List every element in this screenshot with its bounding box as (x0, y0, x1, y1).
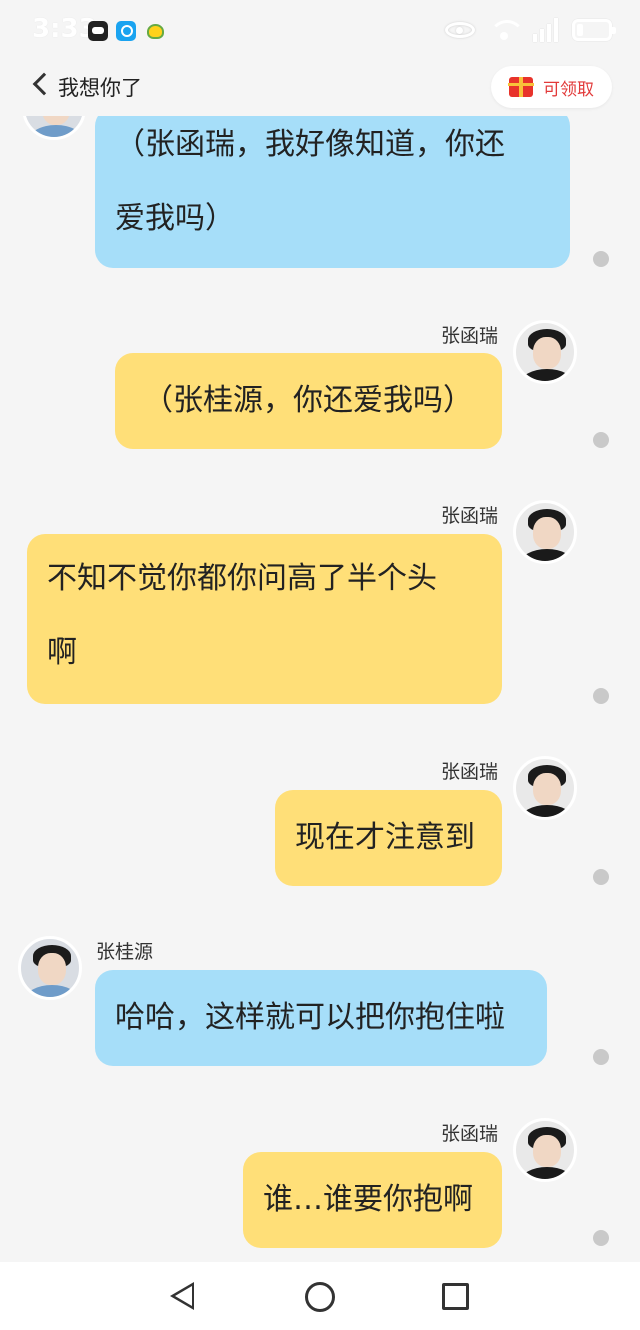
claim-gift-button[interactable]: 可领取 (491, 66, 612, 108)
status-dot (593, 688, 609, 704)
avatar[interactable] (22, 116, 86, 140)
wifi-icon (489, 18, 525, 42)
message-bubble[interactable]: （张桂源，你还爱我吗） (115, 353, 502, 449)
message-bubble[interactable]: 谁…谁要你抱啊 (243, 1152, 502, 1248)
battery-icon (572, 19, 616, 41)
chat-messages[interactable]: （张函瑞，我好像知道，你还 爱我吗） 张函瑞 （张桂源，你还爱我吗） 张函瑞 不… (0, 116, 640, 1262)
status-dot (593, 432, 609, 448)
message-bubble[interactable]: 哈哈，这样就可以把你抱住啦 (95, 970, 547, 1066)
status-dot (593, 869, 609, 885)
avatar[interactable] (18, 936, 82, 1000)
notification-emoji-icon (144, 21, 164, 41)
back-triangle-icon[interactable] (170, 1282, 194, 1310)
gift-icon (508, 77, 534, 97)
message-bubble[interactable]: 现在才注意到 (275, 790, 502, 886)
system-navigation-bar (0, 1262, 640, 1330)
chat-title: 我想你了 (58, 76, 142, 100)
message-line: （张函瑞，我好像知道，你还 (115, 127, 505, 162)
message-line: （张桂源，你还爱我吗） (143, 383, 473, 418)
claim-label: 可领取 (543, 79, 594, 100)
message-line: 不知不觉你都你问高了半个头 (47, 561, 437, 596)
status-time: 3:33 (32, 14, 97, 44)
message-bubble[interactable]: （张函瑞，我好像知道，你还 爱我吗） (95, 116, 570, 268)
sender-name: 张桂源 (96, 941, 154, 963)
status-dot (593, 1230, 609, 1246)
message-line: 爱我吗） (115, 201, 235, 236)
avatar[interactable] (513, 320, 577, 384)
chat-header: 我想你了 可领取 (0, 60, 640, 116)
message-line: 哈哈，这样就可以把你抱住啦 (115, 1000, 505, 1035)
message-line: 啊 (47, 635, 77, 670)
avatar[interactable] (513, 500, 577, 564)
avatar[interactable] (513, 1118, 577, 1182)
message-line: 谁…谁要你抱啊 (263, 1182, 473, 1217)
back-arrow-icon[interactable] (32, 72, 56, 96)
sender-name: 张函瑞 (441, 505, 499, 527)
search-app-icon (116, 21, 136, 41)
message-bubble[interactable]: 不知不觉你都你问高了半个头 啊 (27, 534, 502, 704)
notification-app-icon (88, 21, 108, 41)
message-line: 现在才注意到 (295, 820, 475, 855)
status-dot (593, 251, 609, 267)
signal-icon (533, 18, 558, 42)
avatar[interactable] (513, 756, 577, 820)
status-bar: 3:33 (0, 0, 640, 60)
recents-square-icon[interactable] (442, 1283, 469, 1310)
sender-name: 张函瑞 (441, 325, 499, 347)
eye-comfort-icon (445, 22, 475, 38)
sender-name: 张函瑞 (441, 761, 499, 783)
status-dot (593, 1049, 609, 1065)
sender-name: 张函瑞 (441, 1123, 499, 1145)
home-circle-icon[interactable] (305, 1282, 335, 1312)
